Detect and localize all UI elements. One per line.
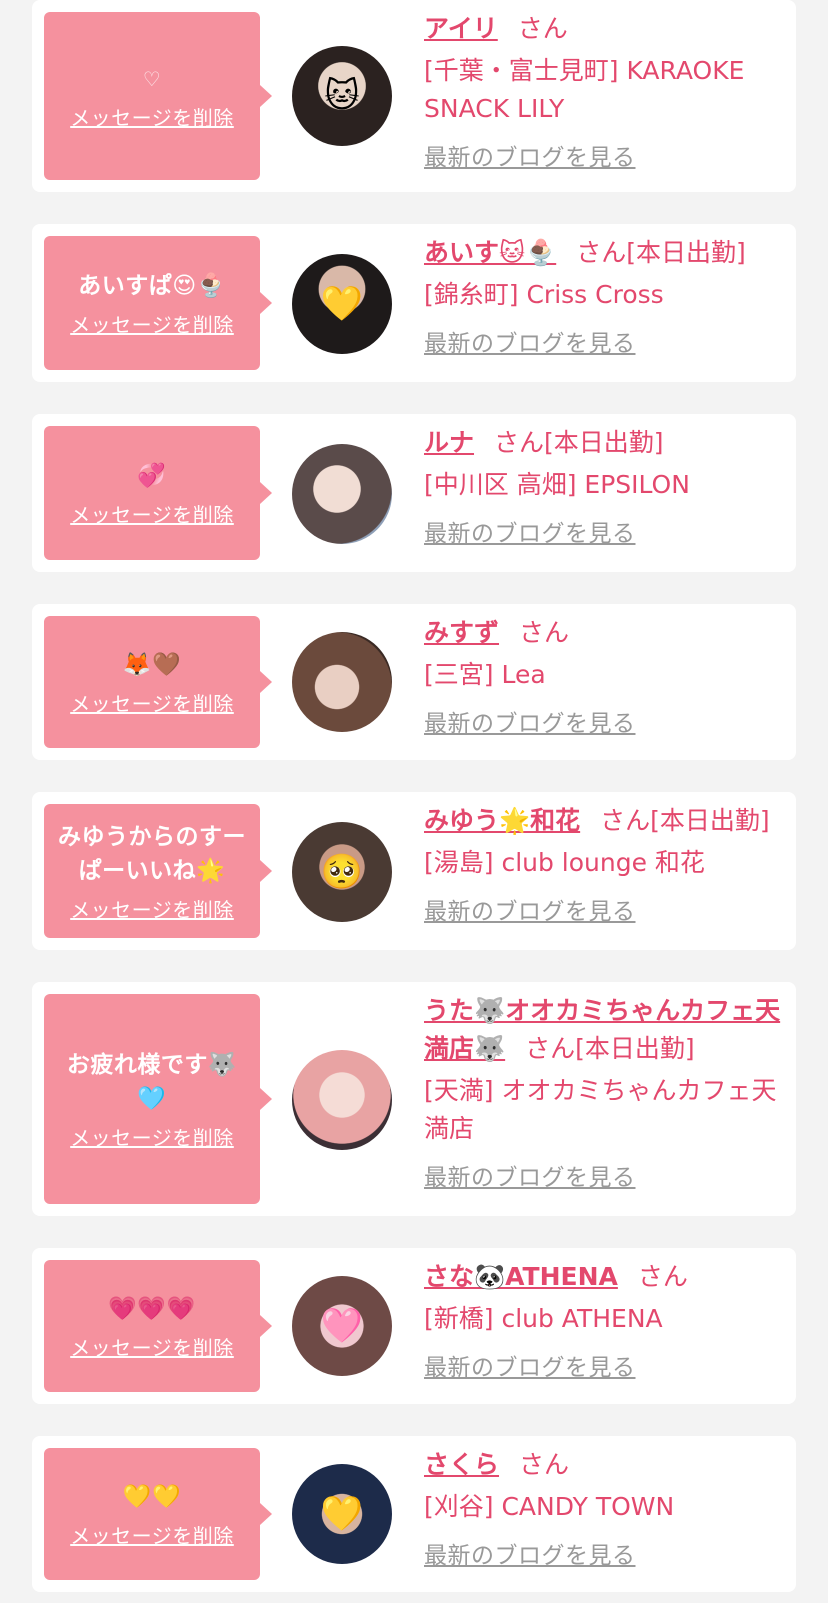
message-card: あいすぱ😍🍨 メッセージを削除 💛 あいす🐱🍨 さん[本日出勤] [錦糸町] Cr…	[32, 224, 796, 382]
honorific: さん	[519, 618, 570, 647]
message-text: 💞	[137, 462, 167, 489]
cast-name-link[interactable]: あいす🐱🍨	[424, 238, 556, 267]
profile-info: みすず さん [三宮] Lea 最新のブログを見る	[424, 614, 789, 738]
profile-info: みゆう🌟和花 さん[本日出勤] [湯島] club lounge 和花 最新のブロ…	[424, 802, 789, 926]
shop-name: [湯島] club lounge 和花	[424, 848, 705, 877]
message-bubble: 💗💗💗 メッセージを削除	[44, 1260, 272, 1392]
honorific: さん	[519, 1450, 570, 1479]
delete-message-link[interactable]: メッセージを削除	[70, 102, 234, 131]
cast-name-link[interactable]: さな🐼ATHENA	[424, 1262, 618, 1291]
message-text: 🦊🤎	[122, 651, 182, 678]
working-today-badge: [本日出勤]	[650, 806, 770, 835]
latest-blog-link[interactable]: 最新のブログを見る	[424, 1158, 636, 1192]
avatar[interactable]	[292, 444, 392, 544]
delete-message-link[interactable]: メッセージを削除	[70, 1520, 234, 1549]
yellow-heart-mask-icon: 💛	[320, 1494, 364, 1534]
message-card: みゆうからのすーぱーいいね🌟 メッセージを削除 🥺 みゆう🌟和花 さん[本日出勤]…	[32, 792, 796, 950]
profile-info: アイリ さん [千葉・富士見町] KARAOKE SNACK LILY 最新のブロ…	[424, 10, 789, 172]
honorific: さん	[517, 14, 568, 43]
latest-blog-link[interactable]: 最新のブログを見る	[424, 1536, 636, 1570]
avatar[interactable]: 🩷	[292, 1276, 392, 1376]
message-text: みゆうからのすーぱーいいね🌟	[58, 823, 246, 884]
message-bubble: 🦊🤎 メッセージを削除	[44, 616, 272, 748]
message-text: あいすぱ😍🍨	[78, 272, 226, 299]
profile-info: ルナ さん[本日出勤] [中川区 高畑] EPSILON 最新のブログを見る	[424, 424, 789, 548]
shop-name: [新橋] club ATHENA	[424, 1304, 663, 1333]
message-bubble: 💞 メッセージを削除	[44, 426, 272, 560]
cast-name-link[interactable]: みゆう🌟和花	[424, 806, 580, 835]
profile-info: さな🐼ATHENA さん [新橋] club ATHENA 最新のブログを見る	[424, 1258, 789, 1382]
message-bubble: お疲れ様です🐺🩵 メッセージを削除	[44, 994, 272, 1204]
latest-blog-link[interactable]: 最新のブログを見る	[424, 138, 636, 172]
cat-emoji-mask-icon: 🐱	[324, 76, 360, 116]
avatar[interactable]: 🐱	[292, 46, 392, 146]
profile-info: さくら さん [刈谷] CANDY TOWN 最新のブログを見る	[424, 1446, 789, 1570]
pink-heart-mask-icon: 🩷	[320, 1306, 364, 1346]
avatar[interactable]: 💛	[292, 254, 392, 354]
message-card: 🦊🤎 メッセージを削除 みすず さん [三宮] Lea 最新のブログを見る	[32, 604, 796, 760]
delete-message-link[interactable]: メッセージを削除	[70, 688, 234, 717]
avatar[interactable]	[292, 632, 392, 732]
shop-name: [千葉・富士見町] KARAOKE SNACK LILY	[424, 56, 745, 123]
message-text: ♡	[142, 66, 162, 91]
shop-name: [中川区 高畑] EPSILON	[424, 470, 690, 499]
honorific: さん	[637, 1262, 688, 1291]
delete-message-link[interactable]: メッセージを削除	[70, 894, 234, 923]
message-text: 💗💗💗	[108, 1295, 196, 1322]
cast-name-link[interactable]: みすず	[424, 618, 499, 647]
honorific: さん	[576, 238, 627, 267]
honorific: さん	[525, 1034, 576, 1063]
shop-name: [刈谷] CANDY TOWN	[424, 1492, 675, 1521]
profile-info: うた🐺オオカミちゃんカフェ天満店🐺 さん[本日出勤] [天満] オオカミちゃんカフ…	[424, 992, 789, 1192]
working-today-badge: [本日出勤]	[626, 238, 746, 267]
yellow-heart-mask-icon: 💛	[320, 284, 364, 324]
message-card: ♡ メッセージを削除 🐱 アイリ さん [千葉・富士見町] KARAOKE SNA…	[32, 0, 796, 192]
working-today-badge: [本日出勤]	[544, 428, 664, 457]
latest-blog-link[interactable]: 最新のブログを見る	[424, 514, 636, 548]
message-card: お疲れ様です🐺🩵 メッセージを削除 うた🐺オオカミちゃんカフェ天満店🐺 さん[本日…	[32, 982, 796, 1216]
cast-name-link[interactable]: アイリ	[424, 14, 498, 43]
message-text: 💛💛	[122, 1483, 182, 1510]
cast-name-link[interactable]: さくら	[424, 1450, 499, 1479]
message-bubble: 💛💛 メッセージを削除	[44, 1448, 272, 1580]
pleading-face-mask-icon: 🥺	[320, 852, 364, 892]
message-bubble: みゆうからのすーぱーいいね🌟 メッセージを削除	[44, 804, 272, 938]
latest-blog-link[interactable]: 最新のブログを見る	[424, 892, 636, 926]
message-card: 💞 メッセージを削除 ルナ さん[本日出勤] [中川区 高畑] EPSILON 最…	[32, 414, 796, 572]
shop-name: [三宮] Lea	[424, 660, 546, 689]
message-bubble: あいすぱ😍🍨 メッセージを削除	[44, 236, 272, 370]
honorific: さん	[600, 806, 651, 835]
latest-blog-link[interactable]: 最新のブログを見る	[424, 324, 636, 358]
delete-message-link[interactable]: メッセージを削除	[70, 309, 234, 338]
delete-message-link[interactable]: メッセージを削除	[70, 1332, 234, 1361]
working-today-badge: [本日出勤]	[575, 1034, 695, 1063]
message-card: 💗💗💗 メッセージを削除 🩷 さな🐼ATHENA さん [新橋] club ATH…	[32, 1248, 796, 1404]
message-card: 💛💛 メッセージを削除 💛 さくら さん [刈谷] CANDY TOWN 最新のブ…	[32, 1436, 796, 1592]
delete-message-link[interactable]: メッセージを削除	[70, 1122, 234, 1151]
cast-name-link[interactable]: ルナ	[424, 428, 474, 457]
avatar[interactable]: 🥺	[292, 822, 392, 922]
latest-blog-link[interactable]: 最新のブログを見る	[424, 1348, 636, 1382]
message-text: お疲れ様です🐺🩵	[66, 1051, 238, 1112]
latest-blog-link[interactable]: 最新のブログを見る	[424, 704, 636, 738]
message-bubble: ♡ メッセージを削除	[44, 12, 272, 180]
shop-name: [天満] オオカミちゃんカフェ天満店	[424, 1076, 777, 1143]
avatar[interactable]: 💛	[292, 1464, 392, 1564]
delete-message-link[interactable]: メッセージを削除	[70, 499, 234, 528]
avatar[interactable]	[292, 1050, 392, 1150]
shop-name: [錦糸町] Criss Cross	[424, 280, 664, 309]
honorific: さん	[494, 428, 545, 457]
profile-info: あいす🐱🍨 さん[本日出勤] [錦糸町] Criss Cross 最新のブログを見…	[424, 234, 789, 358]
